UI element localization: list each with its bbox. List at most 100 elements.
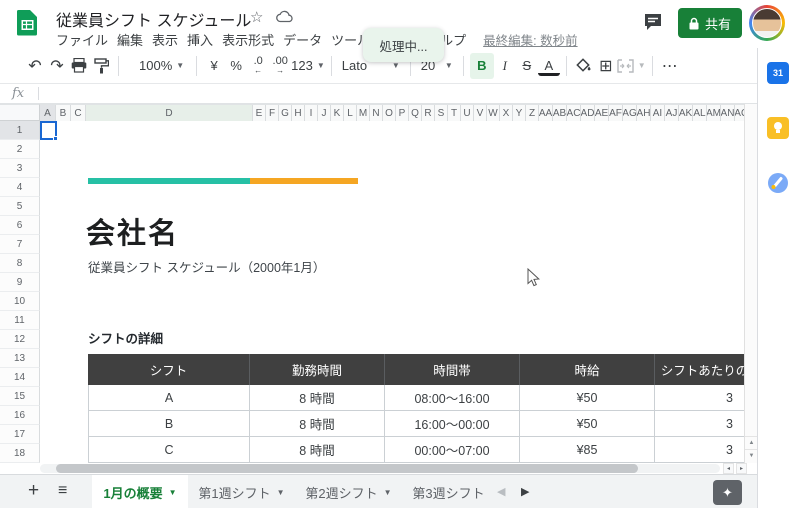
menu-item-3[interactable]: 表示 xyxy=(152,30,178,49)
menu-item-6[interactable]: データ xyxy=(283,30,322,49)
row-header-1[interactable]: 1 xyxy=(0,121,40,140)
column-header-d[interactable]: D xyxy=(86,105,253,121)
row-header-16[interactable]: 16 xyxy=(0,406,40,425)
column-header-k[interactable]: K xyxy=(331,105,344,121)
row-header-3[interactable]: 3 xyxy=(0,159,40,178)
shift-table[interactable]: シフト勤務時間時間帯時給シフトあたりの従業員数A8 時間08:00～16:00¥… xyxy=(88,354,744,463)
row-header-17[interactable]: 17 xyxy=(0,425,40,444)
select-all-corner[interactable] xyxy=(0,104,40,121)
more-formats-button[interactable]: 123 ▼ xyxy=(291,53,325,79)
column-header-y[interactable]: Y xyxy=(513,105,526,121)
table-cell[interactable]: C xyxy=(88,437,250,462)
table-header-cell[interactable]: シフト xyxy=(88,354,250,385)
italic-button[interactable]: I xyxy=(494,53,516,79)
column-header-ad[interactable]: AD xyxy=(581,105,595,121)
tabs-next-icon[interactable]: ▶ xyxy=(521,485,529,498)
row-header-2[interactable]: 2 xyxy=(0,140,40,159)
column-header-b[interactable]: B xyxy=(56,105,71,121)
column-header-ab[interactable]: AB xyxy=(553,105,567,121)
row-header-18[interactable]: 18 xyxy=(0,444,40,463)
horizontal-scrollbar-thumb[interactable] xyxy=(56,464,638,473)
scroll-left-icon[interactable]: ◂ xyxy=(723,463,734,474)
column-header-aa[interactable]: AA xyxy=(539,105,553,121)
column-header-al[interactable]: AL xyxy=(693,105,707,121)
row-header-10[interactable]: 10 xyxy=(0,292,40,311)
column-header-a[interactable]: A xyxy=(40,105,56,121)
decrease-decimal-button[interactable]: .0 ← xyxy=(247,53,269,79)
vertical-scrollbar[interactable]: ▲ ▼ xyxy=(744,104,758,463)
horizontal-scrollbar-track[interactable] xyxy=(40,464,720,473)
add-sheet-button[interactable]: + xyxy=(28,480,39,502)
column-header-p[interactable]: P xyxy=(396,105,409,121)
company-name-cell[interactable]: 会社名 xyxy=(86,210,179,252)
column-header-ag[interactable]: AG xyxy=(623,105,637,121)
row-header-15[interactable]: 15 xyxy=(0,387,40,406)
fill-color-icon[interactable] xyxy=(573,53,595,79)
scroll-right-icon[interactable]: ▸ xyxy=(736,463,747,474)
table-cell[interactable]: 8 時間 xyxy=(250,437,385,462)
sheets-logo-icon[interactable] xyxy=(14,9,41,36)
currency-format-button[interactable]: ¥ xyxy=(203,53,225,79)
table-header-cell[interactable]: 勤務時間 xyxy=(250,354,385,385)
more-toolbar-button[interactable]: ⋯ xyxy=(659,53,681,79)
tabs-prev-icon[interactable]: ◀ xyxy=(497,485,505,498)
paint-format-icon[interactable] xyxy=(90,53,112,79)
fill-handle[interactable] xyxy=(53,136,58,141)
column-header-n[interactable]: N xyxy=(370,105,383,121)
row-header-12[interactable]: 12 xyxy=(0,330,40,349)
selected-cell-a1[interactable] xyxy=(40,121,58,141)
table-cell[interactable]: 3 xyxy=(655,411,744,436)
table-cell[interactable]: ¥50 xyxy=(520,411,655,436)
comment-icon[interactable] xyxy=(643,12,663,32)
undo-icon[interactable]: ↶ xyxy=(24,53,46,79)
column-header-an[interactable]: AN xyxy=(721,105,735,121)
column-header-u[interactable]: U xyxy=(461,105,474,121)
row-header-7[interactable]: 7 xyxy=(0,235,40,254)
last-edit-link[interactable]: 最終編集: 数秒前 xyxy=(483,30,577,49)
column-header-ae[interactable]: AE xyxy=(595,105,609,121)
column-header-g[interactable]: G xyxy=(279,105,292,121)
tasks-icon[interactable] xyxy=(767,172,789,194)
calendar-icon[interactable]: 31 xyxy=(767,62,789,84)
increase-decimal-button[interactable]: .00 → xyxy=(269,53,291,79)
row-header-5[interactable]: 5 xyxy=(0,197,40,216)
table-cell[interactable]: A xyxy=(88,385,250,410)
column-header-ak[interactable]: AK xyxy=(679,105,693,121)
column-header-af[interactable]: AF xyxy=(609,105,623,121)
row-header-4[interactable]: 4 xyxy=(0,178,40,197)
bold-button[interactable]: B xyxy=(469,52,494,79)
shift-details-label[interactable]: シフトの詳細 xyxy=(88,328,163,347)
star-icon[interactable]: ☆ xyxy=(250,8,263,26)
sheet-grid[interactable]: 会社名 従業員シフト スケジュール（2000年1月） シフトの詳細 シフト 勤務時… xyxy=(40,121,744,463)
menu-item-2[interactable]: 編集 xyxy=(117,30,143,49)
keep-icon[interactable] xyxy=(767,117,789,139)
sheet-tab-1[interactable]: 1月の概要 ▼ xyxy=(92,475,188,508)
column-header-t[interactable]: T xyxy=(448,105,461,121)
column-header-h[interactable]: H xyxy=(292,105,305,121)
column-header-ac[interactable]: AC xyxy=(567,105,581,121)
row-header-13[interactable]: 13 xyxy=(0,349,40,368)
sheet-tab-3[interactable]: 第2週シフト ▼ xyxy=(295,475,402,508)
column-header-c[interactable]: C xyxy=(71,105,86,121)
column-header-i[interactable]: I xyxy=(305,105,318,121)
table-cell[interactable]: 00:00～07:00 xyxy=(385,437,520,462)
sheet-tab-2[interactable]: 第1週シフト ▼ xyxy=(188,475,295,508)
row-header-11[interactable]: 11 xyxy=(0,311,40,330)
menu-item-1[interactable]: ファイル xyxy=(56,30,108,49)
column-header-x[interactable]: X xyxy=(500,105,513,121)
table-cell[interactable]: 8 時間 xyxy=(250,411,385,436)
sheet-tab-4[interactable]: 第3週シフト▼ xyxy=(402,475,491,508)
merge-cells-icon[interactable]: ▼ xyxy=(617,53,646,79)
formula-input[interactable] xyxy=(39,84,757,103)
table-header-cell[interactable]: 時間帯 xyxy=(385,354,520,385)
column-header-ai[interactable]: AI xyxy=(651,105,665,121)
table-cell[interactable]: ¥50 xyxy=(520,385,655,410)
column-header-aj[interactable]: AJ xyxy=(665,105,679,121)
table-cell[interactable]: B xyxy=(88,411,250,436)
table-header-cell[interactable]: 時給 xyxy=(520,354,655,385)
table-cell[interactable]: ¥85 xyxy=(520,437,655,462)
column-header-q[interactable]: Q xyxy=(409,105,422,121)
document-title[interactable]: 従業員シフト スケジュール xyxy=(56,7,251,31)
column-header-m[interactable]: M xyxy=(357,105,370,121)
percent-format-button[interactable]: % xyxy=(225,53,247,79)
